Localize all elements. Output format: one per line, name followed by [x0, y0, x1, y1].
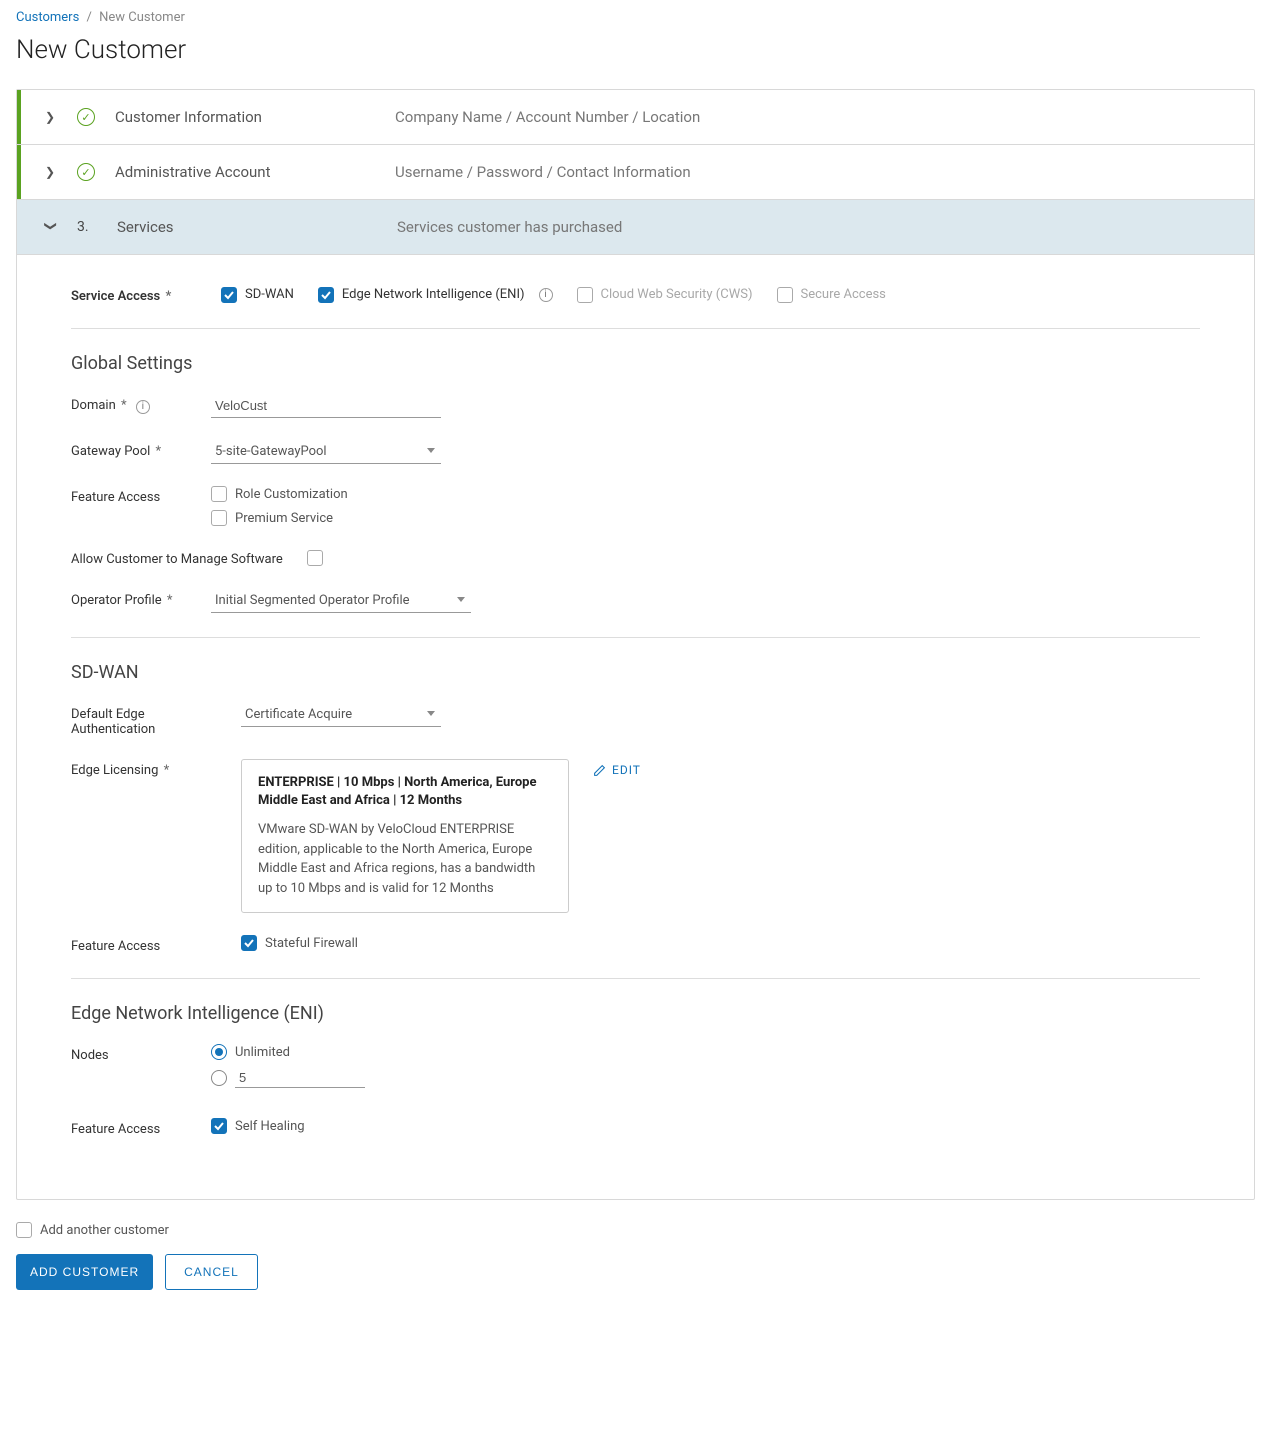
edge-license-box: ENTERPRISE | 10 Mbps | North America, Eu… [241, 759, 569, 913]
edit-license-link[interactable]: EDIT [593, 759, 641, 777]
divider [71, 637, 1200, 638]
breadcrumb-sep: / [87, 10, 92, 25]
info-icon[interactable]: i [539, 288, 553, 302]
checkbox-add-another[interactable]: Add another customer [16, 1222, 169, 1238]
gateway-pool-label: Gateway Pool * [71, 440, 201, 459]
eni-feature-label: Feature Access [71, 1118, 201, 1137]
step-desc: Username / Password / Contact Informatio… [395, 163, 691, 181]
info-icon[interactable]: i [136, 400, 150, 414]
allow-manage-row: Allow Customer to Manage Software [71, 548, 1200, 567]
edge-licensing-label: Edge Licensing * [71, 759, 231, 778]
checkbox-allow-manage[interactable] [307, 550, 323, 566]
nodes-input[interactable] [235, 1068, 365, 1088]
step-number: 3. [77, 219, 97, 235]
chevron-right-icon: ❯ [45, 165, 57, 179]
service-access-label: Service Access * [71, 285, 211, 304]
breadcrumb: Customers / New Customer [16, 10, 1255, 25]
pencil-icon [593, 764, 606, 777]
radio-unlimited[interactable]: Unlimited [211, 1044, 365, 1060]
divider [71, 328, 1200, 329]
checkbox-secure-access[interactable]: Secure Access [777, 287, 886, 303]
wizard-card: ❯ ✓ Customer Information Company Name / … [16, 89, 1255, 1200]
check-circle-icon: ✓ [77, 163, 95, 181]
checkbox-premium[interactable]: Premium Service [211, 510, 348, 526]
breadcrumb-current: New Customer [99, 10, 185, 25]
breadcrumb-root[interactable]: Customers [16, 10, 79, 25]
service-access-row: Service Access * SD-WAN Edge Network Int… [71, 285, 1200, 304]
footer-buttons: ADD CUSTOMER CANCEL [16, 1254, 1255, 1290]
default-edge-auth-label: Default Edge Authentication [71, 703, 231, 737]
checkbox-self-healing[interactable]: Self Healing [211, 1118, 305, 1134]
divider [71, 978, 1200, 979]
step-title: Services [117, 218, 377, 236]
nodes-row: Nodes Unlimited [71, 1044, 1200, 1096]
services-panel: Service Access * SD-WAN Edge Network Int… [17, 255, 1254, 1199]
add-customer-button[interactable]: ADD CUSTOMER [16, 1254, 153, 1290]
domain-row: Domain * i [71, 394, 1200, 418]
check-circle-icon: ✓ [77, 108, 95, 126]
eni-feature-row: Feature Access Self Healing [71, 1118, 1200, 1137]
step-title: Customer Information [115, 108, 375, 126]
license-title: ENTERPRISE | 10 Mbps | North America, Eu… [258, 774, 552, 810]
feature-access-global-row: Feature Access Role Customization Premiu… [71, 486, 1200, 526]
page-title: New Customer [16, 35, 1255, 65]
eni-heading: Edge Network Intelligence (ENI) [71, 1003, 1200, 1024]
default-edge-auth-select[interactable]: Certificate Acquire [241, 703, 441, 727]
operator-profile-row: Operator Profile * Initial Segmented Ope… [71, 589, 1200, 613]
checkbox-role-custom[interactable]: Role Customization [211, 486, 348, 502]
sdwan-feature-row: Feature Access Stateful Firewall [71, 935, 1200, 954]
step-services[interactable]: ❯ 3. Services Services customer has purc… [17, 200, 1254, 255]
operator-profile-label: Operator Profile * [71, 589, 201, 608]
nodes-label: Nodes [71, 1044, 201, 1063]
sdwan-heading: SD-WAN [71, 662, 1200, 683]
feature-access-label: Feature Access [71, 486, 201, 505]
checkbox-eni[interactable]: Edge Network Intelligence (ENI) i [318, 287, 553, 303]
operator-profile-select[interactable]: Initial Segmented Operator Profile [211, 589, 471, 613]
chevron-down-icon: ❯ [44, 221, 58, 233]
sdwan-feature-label: Feature Access [71, 935, 231, 954]
step-desc: Company Name / Account Number / Location [395, 108, 700, 126]
gateway-pool-row: Gateway Pool * 5-site-GatewayPool [71, 440, 1200, 464]
global-settings-heading: Global Settings [71, 353, 1200, 374]
default-edge-auth-row: Default Edge Authentication Certificate … [71, 703, 1200, 737]
step-customer-info[interactable]: ❯ ✓ Customer Information Company Name / … [17, 90, 1254, 145]
step-title: Administrative Account [115, 163, 375, 181]
gateway-pool-select[interactable]: 5-site-GatewayPool [211, 440, 441, 464]
step-admin-account[interactable]: ❯ ✓ Administrative Account Username / Pa… [17, 145, 1254, 200]
checkbox-sdwan[interactable]: SD-WAN [221, 287, 294, 303]
add-another-row: Add another customer [16, 1222, 1255, 1238]
checkbox-cws[interactable]: Cloud Web Security (CWS) [577, 287, 753, 303]
domain-label: Domain * i [71, 394, 201, 414]
domain-input[interactable] [211, 394, 441, 418]
allow-manage-label: Allow Customer to Manage Software [71, 548, 297, 567]
chevron-right-icon: ❯ [45, 110, 57, 124]
cancel-button[interactable]: CANCEL [165, 1254, 258, 1290]
edge-licensing-row: Edge Licensing * ENTERPRISE | 10 Mbps | … [71, 759, 1200, 913]
license-desc: VMware SD-WAN by VeloCloud ENTERPRISE ed… [258, 820, 552, 898]
checkbox-stateful-firewall[interactable]: Stateful Firewall [241, 935, 358, 951]
radio-custom[interactable] [211, 1068, 365, 1088]
step-desc: Services customer has purchased [397, 218, 622, 236]
